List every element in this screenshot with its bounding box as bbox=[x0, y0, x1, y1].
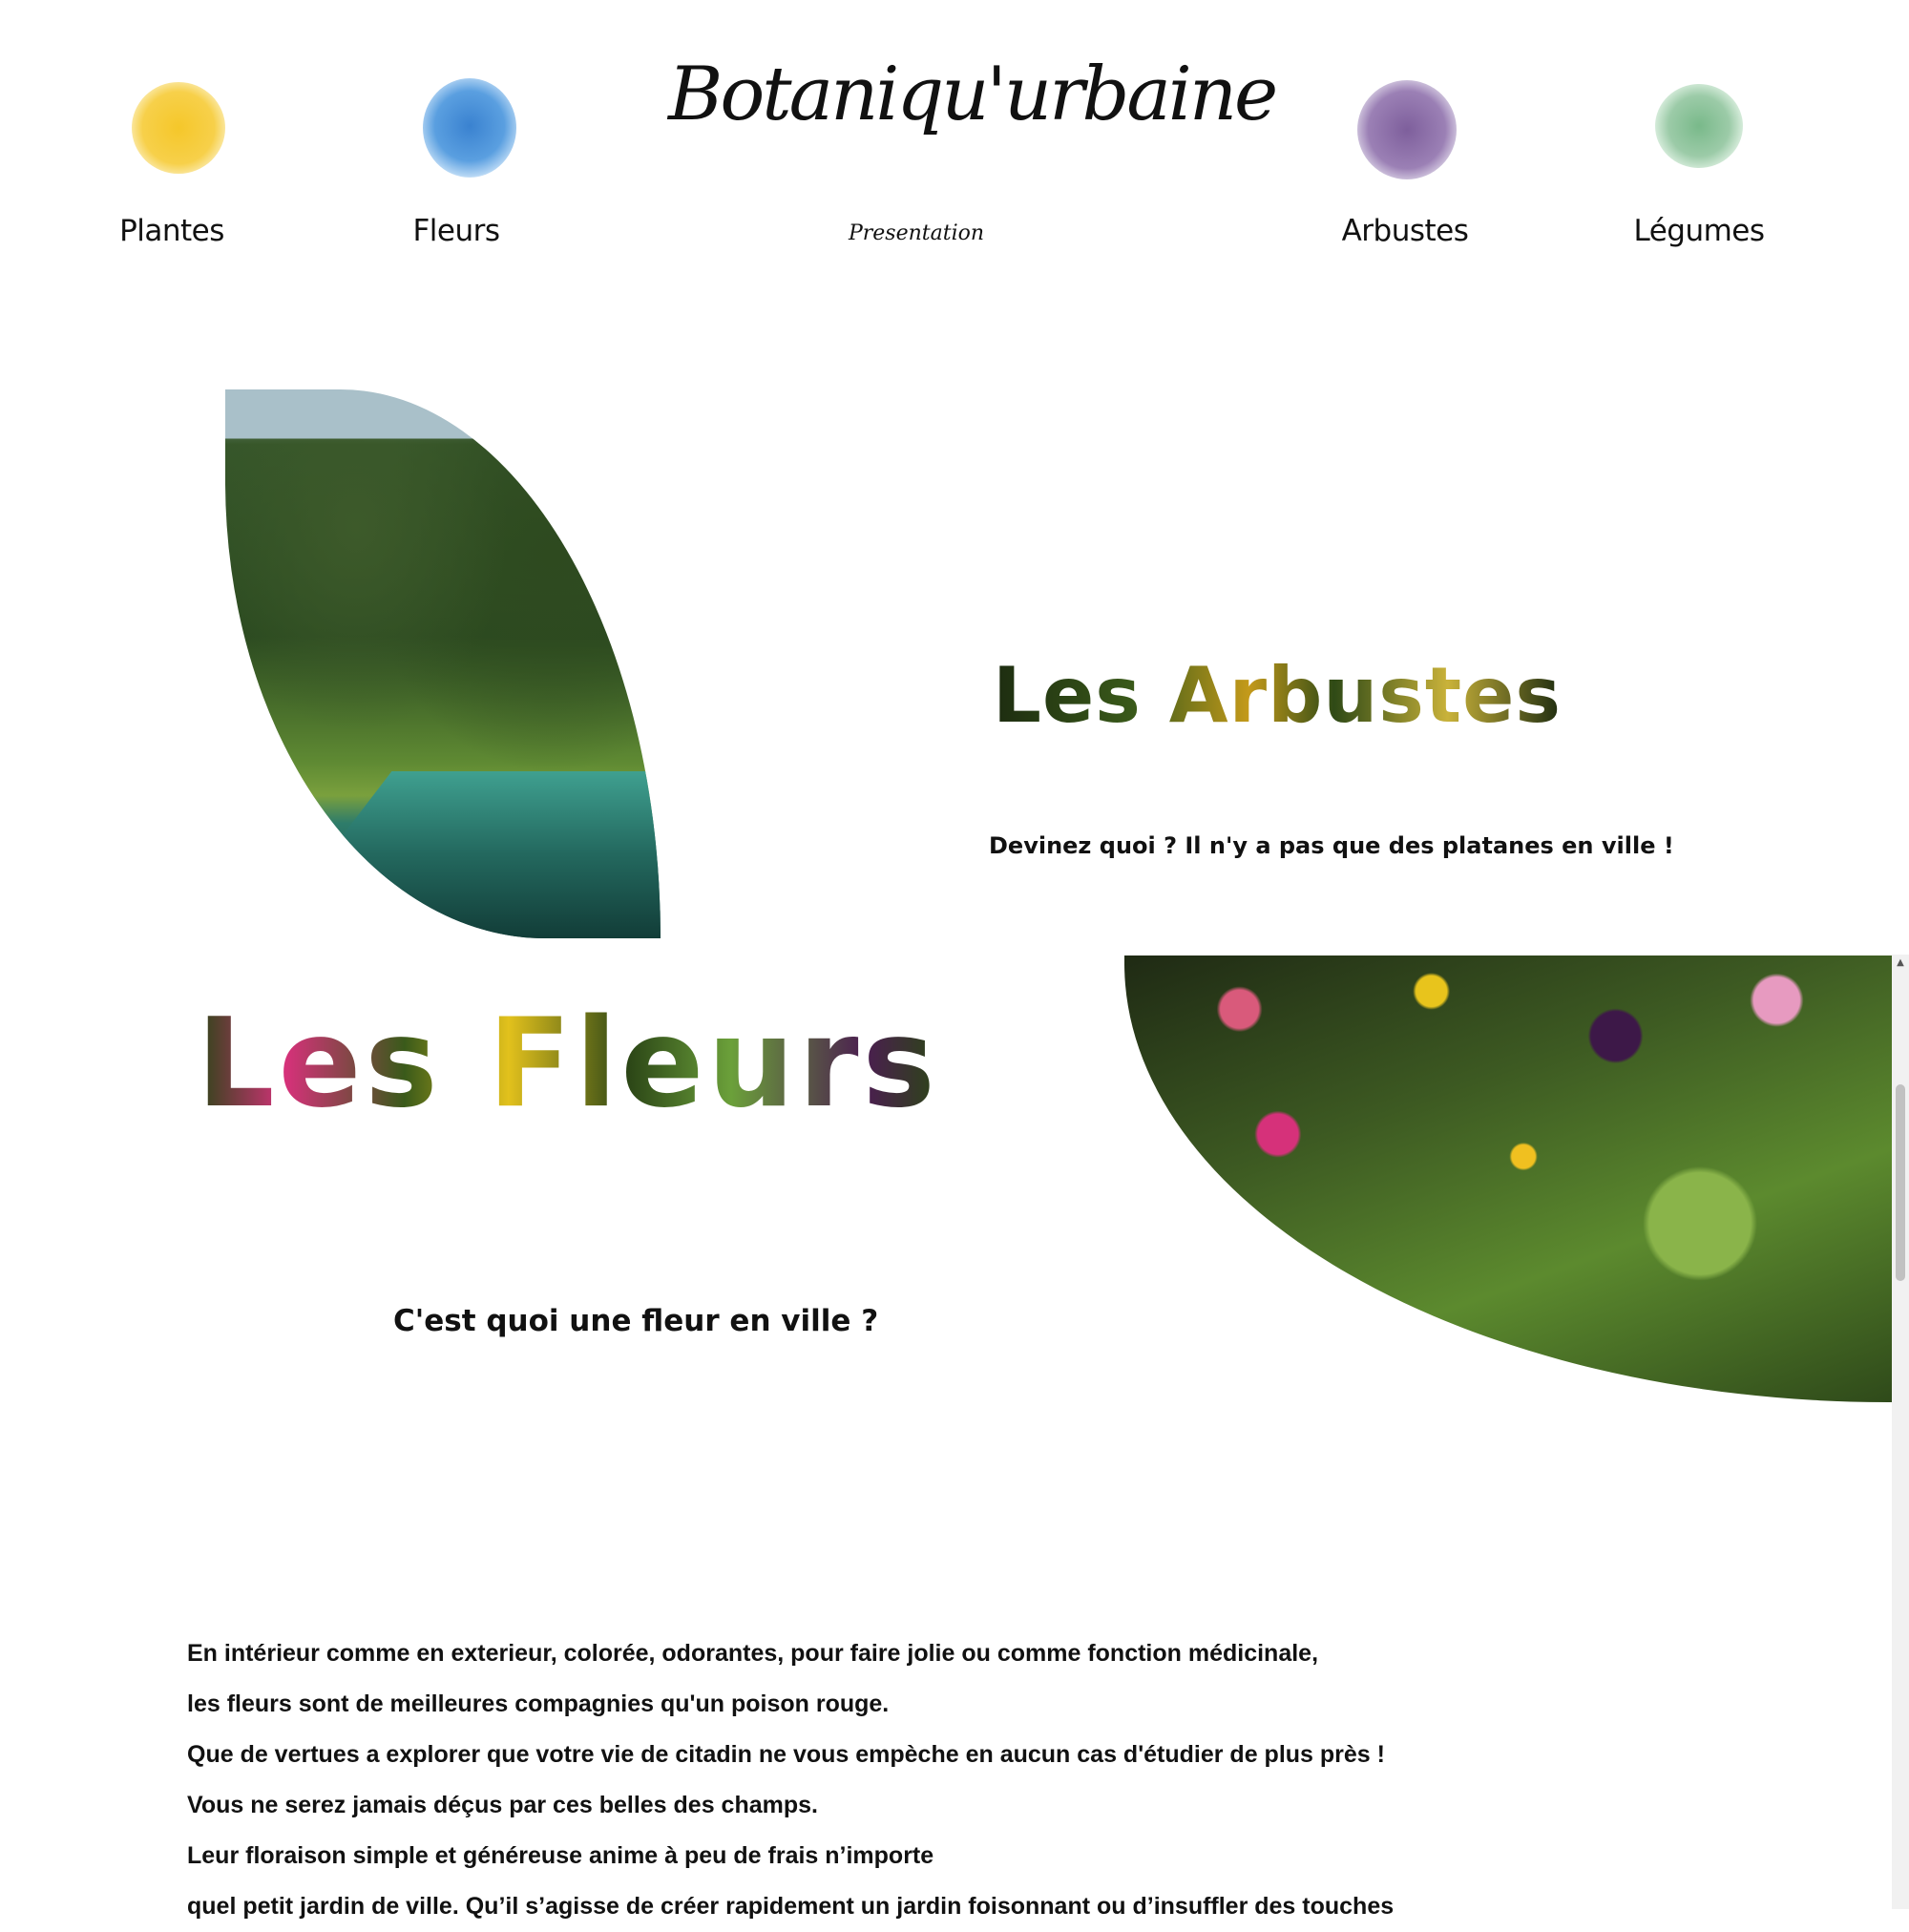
arbustes-tagline: Devinez quoi ? Il n'y a pas que des plat… bbox=[989, 832, 1674, 859]
site-logo[interactable]: Botaniqu'urbaine bbox=[668, 57, 1278, 132]
nav-fleurs[interactable]: Fleurs bbox=[351, 76, 561, 258]
nav-arbustes-label: Arbustes bbox=[1341, 214, 1469, 248]
purple-watercolor-icon bbox=[1357, 80, 1457, 179]
arbustes-heading: Les Arbustes bbox=[993, 651, 1563, 740]
scroll-up-arrow-icon[interactable]: ▲ bbox=[1892, 955, 1909, 972]
tulip-flowers-image bbox=[1124, 956, 1892, 1402]
nav-plantes[interactable]: Plantes bbox=[67, 76, 277, 258]
green-watercolor-icon bbox=[1655, 84, 1743, 168]
nav-legumes-label: Légumes bbox=[1633, 214, 1765, 248]
nav-arbustes[interactable]: Arbustes bbox=[1300, 76, 1510, 258]
body-line: Vous ne serez jamais déçus par ces belle… bbox=[187, 1792, 818, 1818]
body-line: quel petit jardin de ville. Qu’il s’agis… bbox=[187, 1893, 1395, 1920]
presentation-link[interactable]: Presentation bbox=[821, 221, 1012, 245]
vertical-scrollbar[interactable]: ▲ bbox=[1892, 955, 1909, 1909]
body-line: les fleurs sont de meilleures compagnies… bbox=[187, 1690, 890, 1717]
fleurs-heading: Les Fleurs bbox=[197, 993, 939, 1135]
nav-plantes-label: Plantes bbox=[119, 214, 224, 248]
body-line: Que de vertues a explorer que votre vie … bbox=[187, 1741, 1385, 1768]
fleurs-body-text: En intérieur comme en exterieur, colorée… bbox=[187, 1628, 1523, 1932]
body-line: Leur floraison simple et généreuse anime… bbox=[187, 1842, 934, 1869]
scrollbar-thumb[interactable] bbox=[1896, 1084, 1905, 1281]
garden-pool-image bbox=[225, 389, 661, 938]
nav-fleurs-label: Fleurs bbox=[412, 214, 500, 248]
nav-legumes[interactable]: Légumes bbox=[1594, 76, 1804, 258]
fleurs-tagline: C'est quoi une fleur en ville ? bbox=[393, 1304, 879, 1338]
pool-shape bbox=[263, 771, 661, 938]
blue-watercolor-icon bbox=[423, 78, 516, 178]
yellow-watercolor-icon bbox=[132, 82, 225, 174]
body-line: En intérieur comme en exterieur, colorée… bbox=[187, 1640, 1319, 1667]
